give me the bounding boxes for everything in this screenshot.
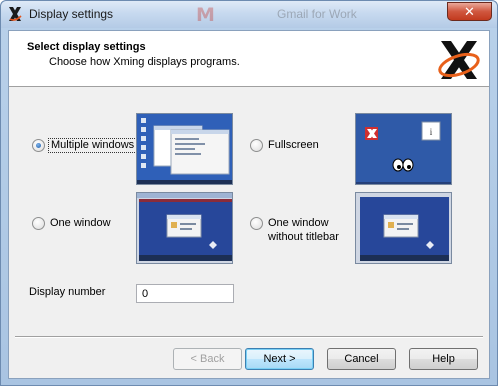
cancel-button[interactable]: Cancel [327, 348, 396, 370]
radio-one-window-no-titlebar[interactable] [250, 217, 263, 230]
cancel-button-label: Cancel [344, 353, 379, 365]
display-number-label: Display number [29, 286, 106, 298]
help-button[interactable]: Help [409, 348, 478, 370]
help-button-label: Help [432, 353, 455, 365]
gmail-icon: M [196, 4, 215, 26]
display-number-input[interactable] [136, 284, 234, 303]
page-subtitle: Choose how Xming displays programs. [49, 56, 240, 68]
option-label: One window [50, 217, 111, 229]
footer-divider [15, 336, 483, 338]
preview-fullscreen: i [355, 113, 452, 185]
option-label: Multiple windows [48, 138, 138, 153]
option-label: One window without titlebar [268, 216, 339, 244]
multiple-windows-preview-image [137, 114, 232, 184]
fullscreen-preview-image: i [356, 114, 451, 184]
wizard-header: Select display settings Choose how Xming… [9, 31, 489, 87]
back-button-label: < Back [190, 353, 225, 365]
close-button[interactable]: ✕ [447, 2, 492, 21]
background-window-ghost: M Gmail for Work [191, 4, 429, 26]
next-button-label: Next > [263, 353, 296, 365]
option-multiple-windows[interactable]: Multiple windows [32, 138, 138, 153]
preview-one-window-no-titlebar [355, 192, 452, 264]
one-window-no-titlebar-preview-image [356, 193, 451, 263]
xming-x-icon [9, 7, 22, 21]
option-one-window[interactable]: One window [32, 216, 111, 230]
one-window-preview-image [137, 193, 232, 263]
window-title: Display settings [29, 7, 114, 21]
radio-fullscreen[interactable] [250, 139, 263, 152]
preview-one-window [136, 192, 233, 264]
xming-logo-icon [438, 41, 480, 79]
background-window-text: Gmail for Work [277, 7, 357, 21]
preview-multiple-windows [136, 113, 233, 185]
title-bar[interactable]: Display settings M Gmail for Work ✕ [1, 1, 497, 28]
dialog-window: Display settings M Gmail for Work ✕ Sele… [0, 0, 498, 386]
radio-one-window[interactable] [32, 217, 45, 230]
dialog-client-area: Select display settings Choose how Xming… [8, 30, 490, 379]
option-label: Fullscreen [268, 139, 319, 151]
next-button[interactable]: Next > [245, 348, 314, 370]
close-icon: ✕ [464, 4, 475, 19]
display-options-panel: Multiple windows Fullscreen i One window… [9, 88, 489, 328]
radio-multiple-windows[interactable] [32, 139, 45, 152]
back-button[interactable]: < Back [173, 348, 242, 370]
option-one-window-no-titlebar[interactable]: One window without titlebar [250, 216, 339, 244]
option-label-line2: without titlebar [268, 231, 339, 243]
page-title: Select display settings [27, 41, 146, 53]
option-fullscreen[interactable]: Fullscreen [250, 138, 319, 152]
option-label-line1: One window [268, 217, 329, 229]
